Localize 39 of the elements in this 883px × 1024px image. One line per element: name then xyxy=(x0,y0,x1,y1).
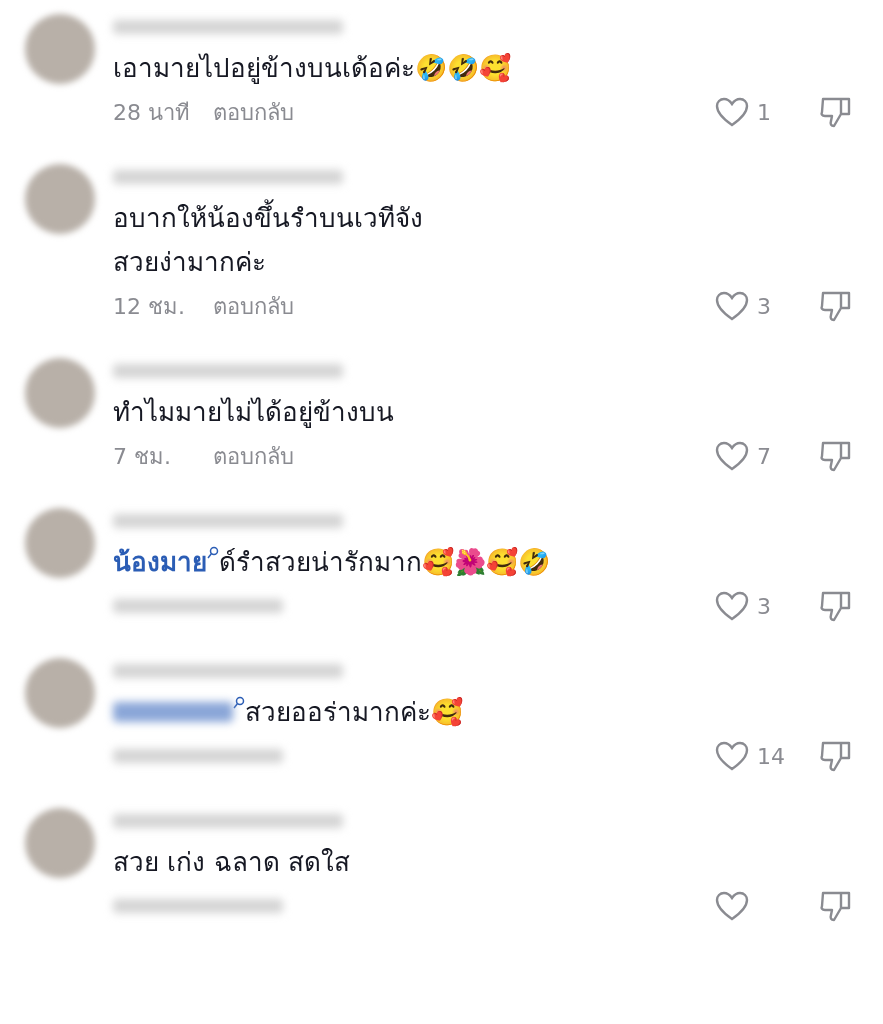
like-count: 14 xyxy=(756,742,786,771)
mention-link[interactable]: น้องมาย xyxy=(113,540,207,584)
like-count: 7 xyxy=(756,442,772,471)
search-icon xyxy=(233,696,245,710)
search-icon xyxy=(207,546,219,560)
comment-text: สวยออร่ามากค่ะ🥰 xyxy=(113,690,853,734)
dislike-icon[interactable] xyxy=(819,739,853,773)
avatar[interactable] xyxy=(25,508,95,578)
like-count: 3 xyxy=(756,592,772,621)
dislike-icon[interactable] xyxy=(819,889,853,923)
reply-link[interactable]: ตอบกลับ xyxy=(213,95,294,129)
timestamp: 28 นาที xyxy=(113,98,191,127)
timestamp: 12 ชม. xyxy=(113,292,186,321)
comment-text: ทำไมมายไม่ได้อยู่ข้างบน xyxy=(113,396,395,430)
heart-icon[interactable] xyxy=(715,591,749,621)
timestamp: 7 ชม. xyxy=(113,442,172,471)
heart-icon[interactable] xyxy=(715,291,749,321)
heart-icon[interactable] xyxy=(715,441,749,471)
like-count: 1 xyxy=(756,98,772,127)
comment-text: สวยง่ามากค่ะ xyxy=(113,246,267,279)
reply-link[interactable]: ตอบกลับ xyxy=(213,439,294,473)
dislike-icon[interactable] xyxy=(819,289,853,323)
heart-icon[interactable] xyxy=(715,741,749,771)
avatar[interactable] xyxy=(25,14,95,84)
avatar[interactable] xyxy=(25,358,95,428)
reply-link[interactable]: ตอบกลับ xyxy=(213,289,294,323)
like-count: 3 xyxy=(756,292,772,321)
heart-icon[interactable] xyxy=(715,891,749,921)
avatar[interactable] xyxy=(25,164,95,234)
dislike-icon[interactable] xyxy=(819,439,853,473)
comment-text: เอามายไปอยู่ข้างบนเด้อค่ะ🤣🤣🥰 xyxy=(113,52,512,86)
dislike-icon[interactable] xyxy=(819,589,853,623)
avatar[interactable] xyxy=(25,658,95,728)
dislike-icon[interactable] xyxy=(819,95,853,129)
comment-text: น้องมาย ด์รำสวยน่ารักมาก🥰🌺🥰🤣 xyxy=(113,540,853,584)
avatar[interactable] xyxy=(25,808,95,878)
heart-icon[interactable] xyxy=(715,97,749,127)
comment-text: สวย เก่ง ฉลาด สดใส xyxy=(113,846,351,879)
comment-text: อบากให้น้องขึ้นรำบนเวทีจัง xyxy=(113,196,853,240)
